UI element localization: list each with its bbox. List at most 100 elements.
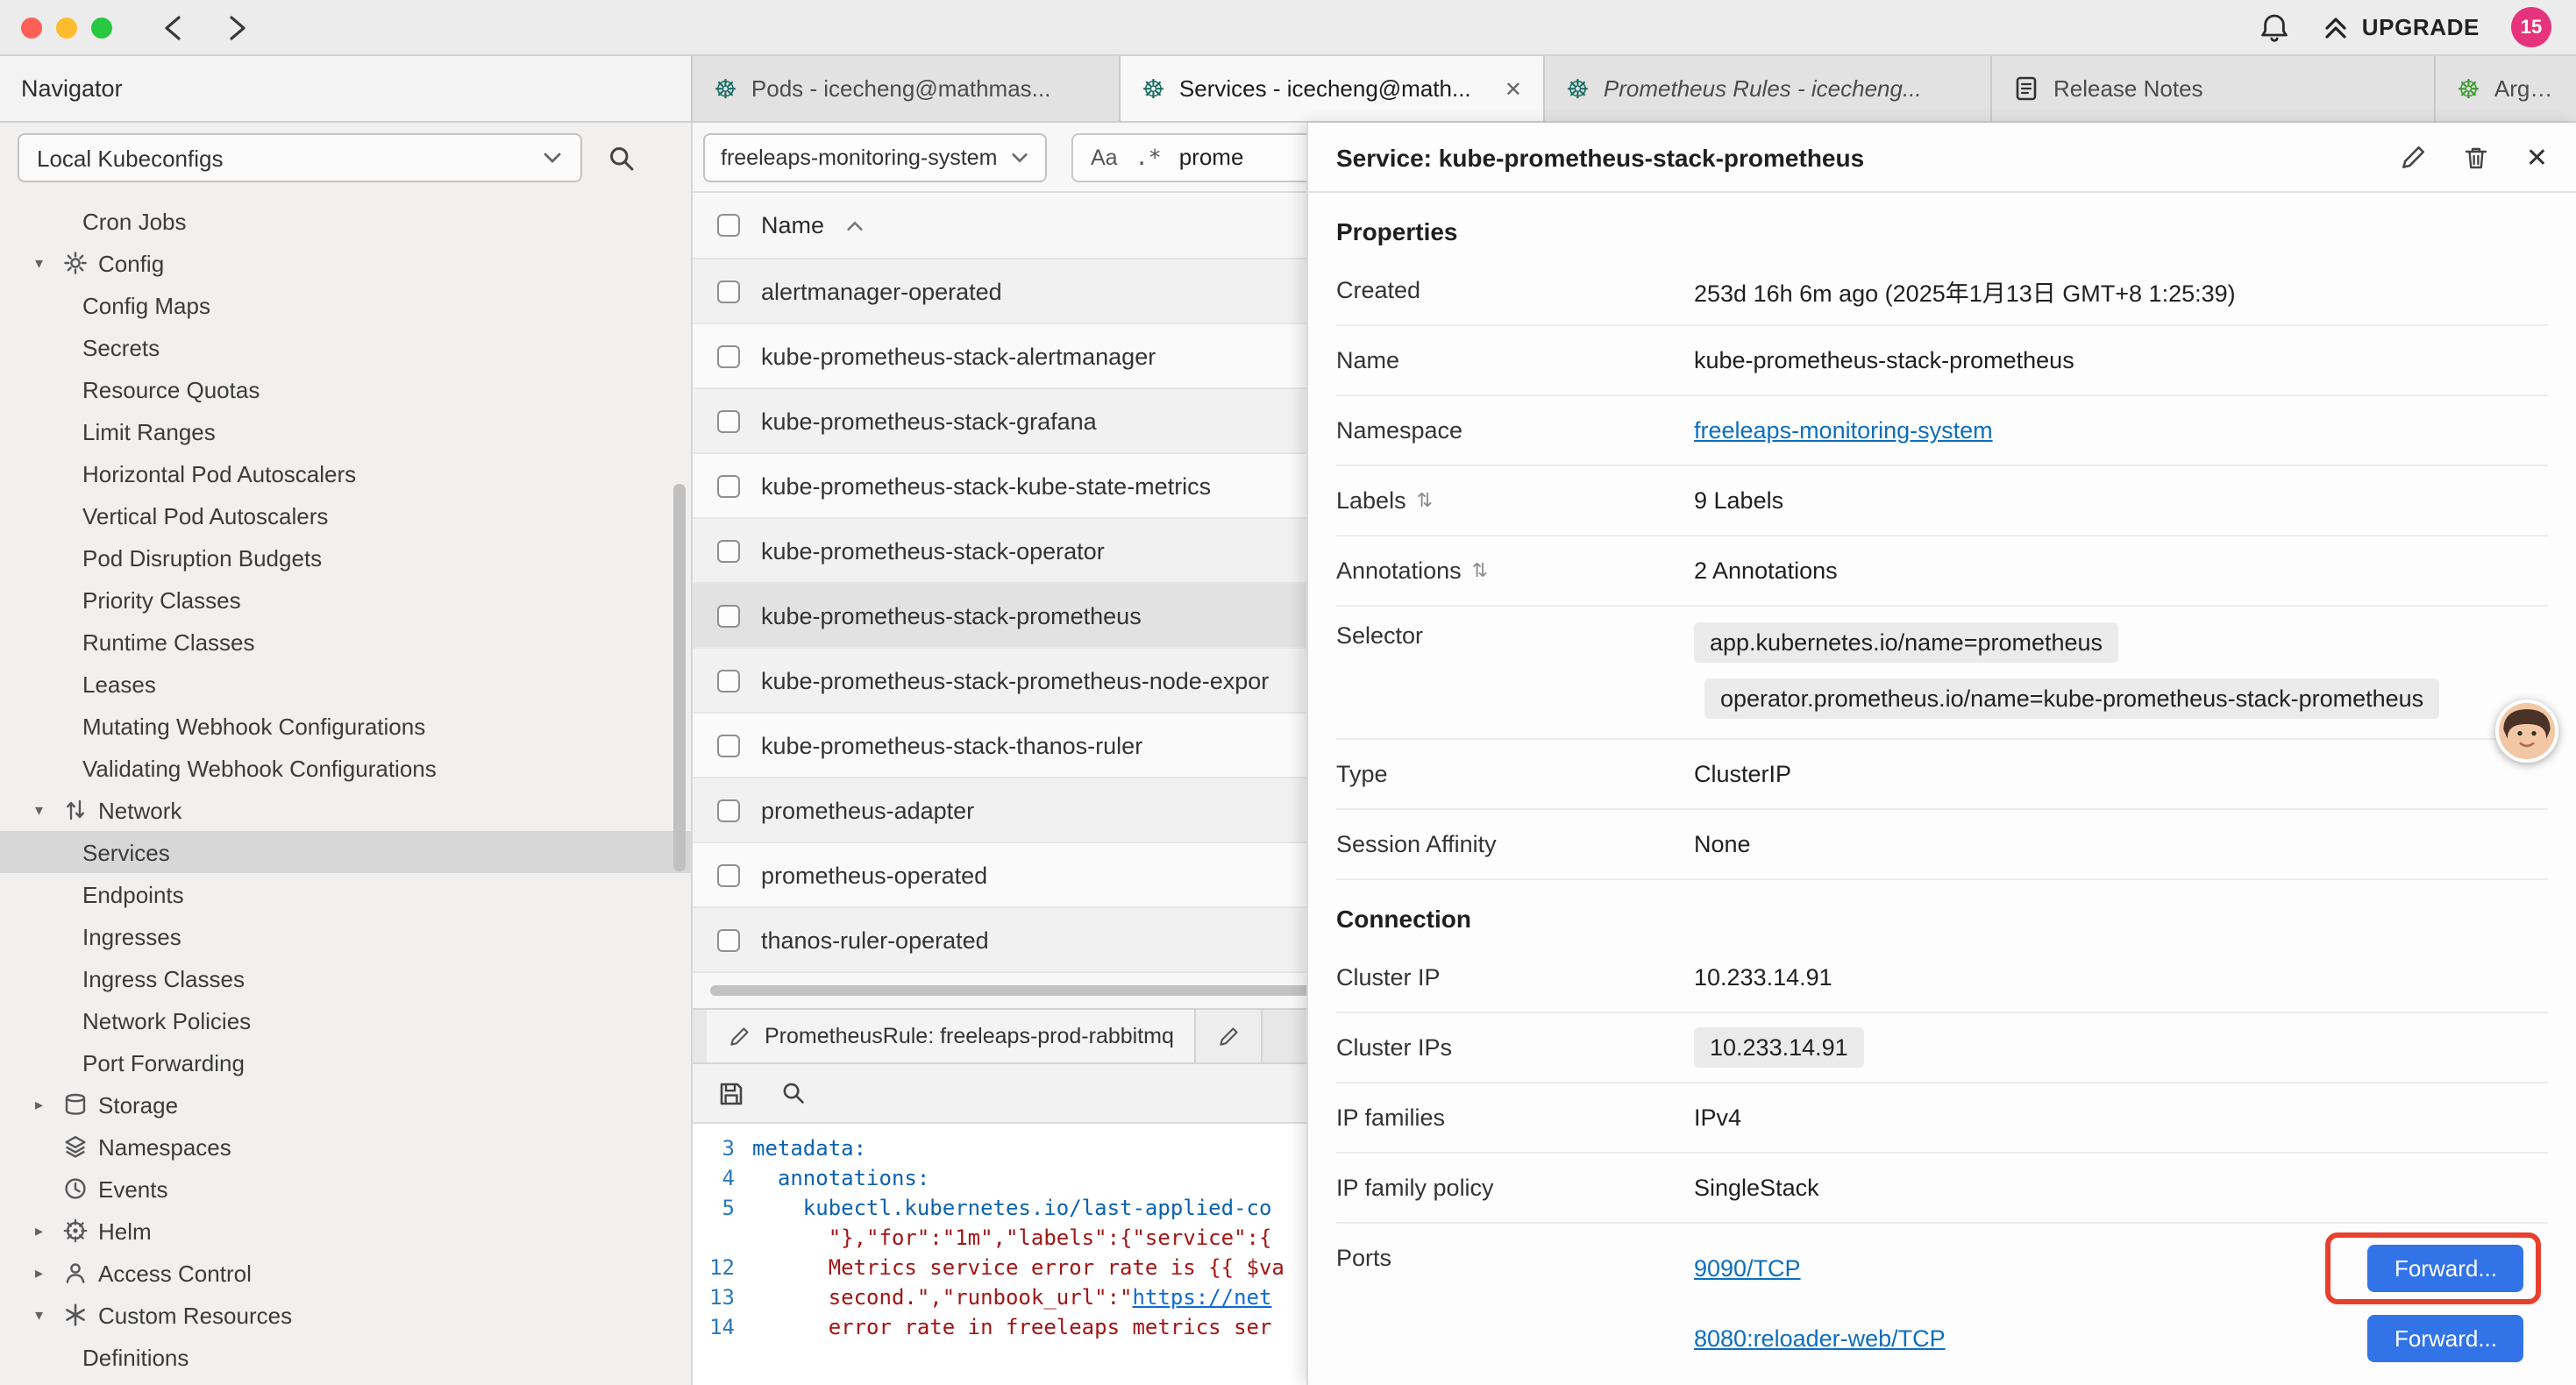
- dock-tab-partial[interactable]: [1197, 1010, 1263, 1062]
- sidebar-item-access-control[interactable]: ▸ Access Control: [0, 1252, 691, 1294]
- row-checkbox[interactable]: [717, 539, 740, 562]
- port-link[interactable]: 8080:reloader-web/TCP: [1694, 1325, 1946, 1352]
- upgrade-label: UPGRADE: [2362, 14, 2480, 40]
- trash-icon[interactable]: [2463, 143, 2491, 171]
- namespace-select[interactable]: freeleaps-monitoring-system: [703, 132, 1047, 181]
- namespace-link[interactable]: freeleaps-monitoring-system: [1694, 417, 1993, 444]
- save-icon[interactable]: [717, 1079, 745, 1107]
- sidebar-item-priority-classes[interactable]: Priority Classes: [0, 579, 691, 621]
- notification-bell-icon[interactable]: [2259, 11, 2290, 43]
- row-checkbox[interactable]: [717, 604, 740, 627]
- sidebar-item-validating-webhook-configurations[interactable]: Validating Webhook Configurations: [0, 747, 691, 789]
- close-tab-icon[interactable]: ✕: [1487, 76, 1522, 101]
- forward-icon[interactable]: [221, 13, 253, 41]
- pencil-icon: [728, 1025, 751, 1048]
- sidebar-item-ingress-classes[interactable]: Ingress Classes: [0, 957, 691, 999]
- tab-prometheus-rules[interactable]: ☸ Prometheus Rules - icecheng...: [1545, 56, 1992, 121]
- code-text: "},"for":"1m","labels":{"service":{: [752, 1224, 1271, 1254]
- row-checkbox[interactable]: [717, 734, 740, 756]
- item-label: Ingress Classes: [82, 965, 245, 991]
- upgrade-button[interactable]: UPGRADE: [2322, 14, 2480, 40]
- dock-tab-prometheusrule[interactable]: PrometheusRule: freeleaps-prod-rabbitmq: [707, 1010, 1197, 1062]
- drawer-title: Service: kube-prometheus-stack-prometheu…: [1336, 143, 1864, 171]
- service-name: prometheus-operated: [761, 862, 987, 888]
- row-checkbox[interactable]: [717, 409, 740, 432]
- row-checkbox[interactable]: [717, 669, 740, 692]
- sidebar-item-definitions[interactable]: Definitions: [0, 1336, 691, 1378]
- expand-collapse-icon[interactable]: ⇅: [1417, 489, 1433, 512]
- sidebar-item-port-forwarding[interactable]: Port Forwarding: [0, 1041, 691, 1083]
- row-checkbox[interactable]: [717, 928, 740, 951]
- sidebar-item-horizontal-pod-autoscalers[interactable]: Horizontal Pod Autoscalers: [0, 452, 691, 494]
- forward-button[interactable]: Forward...: [2368, 1245, 2523, 1292]
- row-checkbox[interactable]: [717, 280, 740, 302]
- port-line: 8080:reloader-web/TCP Forward...: [1694, 1315, 2548, 1362]
- port-link[interactable]: 9090/TCP: [1694, 1255, 1801, 1282]
- sidebar-item-ingresses[interactable]: Ingresses: [0, 915, 691, 957]
- match-case-toggle[interactable]: Aa: [1091, 145, 1118, 169]
- sidebar-item-network[interactable]: ▾ Network: [0, 789, 691, 831]
- name-column-header[interactable]: Name: [761, 212, 824, 238]
- sidebar-item-namespaces[interactable]: Namespaces: [0, 1126, 691, 1168]
- sidebar-item-resource-quotas[interactable]: Resource Quotas: [0, 368, 691, 410]
- expand-collapse-icon[interactable]: ⇅: [1472, 559, 1488, 582]
- sidebar-item-config-maps[interactable]: Config Maps: [0, 284, 691, 326]
- sidebar-scrollbar[interactable]: [673, 484, 686, 871]
- tab-argo[interactable]: ☸ Argo Se: [2436, 56, 2576, 121]
- property-value: kube-prometheus-stack-prometheus: [1694, 347, 2074, 373]
- user-avatar[interactable]: [2495, 700, 2558, 763]
- row-checkbox[interactable]: [717, 474, 740, 497]
- kubernetes-icon: ☸: [714, 73, 737, 104]
- row-checkbox[interactable]: [717, 799, 740, 821]
- kubeconfig-select[interactable]: Local Kubeconfigs: [18, 133, 582, 182]
- sidebar-item-pod-disruption-budgets[interactable]: Pod Disruption Budgets: [0, 536, 691, 579]
- property-value[interactable]: 9 Labels: [1694, 487, 1783, 514]
- sidebar-item-config[interactable]: ▾ Config: [0, 242, 691, 284]
- port-line: 9090/TCP Forward...: [1694, 1245, 2548, 1292]
- chevron-down-icon: ▾: [35, 1305, 63, 1325]
- sidebar-item-leases[interactable]: Leases: [0, 663, 691, 705]
- tab-release-notes[interactable]: Release Notes: [1992, 56, 2436, 121]
- sidebar-item-endpoints[interactable]: Endpoints: [0, 873, 691, 915]
- helm-wheel-icon: [63, 1218, 98, 1243]
- close-window-button[interactable]: [21, 17, 42, 38]
- notification-count-badge[interactable]: 15: [2511, 7, 2551, 47]
- item-label: Namespaces: [98, 1133, 231, 1160]
- row-checkbox[interactable]: [717, 344, 740, 367]
- tab-services[interactable]: ☸ Services - icecheng@math... ✕: [1121, 56, 1545, 121]
- tab-pods[interactable]: ☸ Pods - icecheng@mathmas...: [693, 56, 1121, 121]
- dock-tab-title: PrometheusRule: freeleaps-prod-rabbitmq: [765, 1024, 1174, 1048]
- line-number: 14: [693, 1313, 752, 1343]
- sidebar-item-custom-resources[interactable]: ▾ Custom Resources: [0, 1294, 691, 1336]
- document-icon: [2013, 75, 2039, 102]
- close-icon[interactable]: ✕: [2526, 141, 2548, 173]
- row-checkbox[interactable]: [717, 863, 740, 886]
- clock-icon: [63, 1176, 98, 1201]
- sidebar-item-vertical-pod-autoscalers[interactable]: Vertical Pod Autoscalers: [0, 494, 691, 536]
- sidebar-item-network-policies[interactable]: Network Policies: [0, 999, 691, 1041]
- sidebar-item-events[interactable]: Events: [0, 1168, 691, 1210]
- back-icon[interactable]: [158, 13, 189, 41]
- sidebar-item-cron-jobs[interactable]: Cron Jobs: [0, 200, 691, 242]
- sidebar-item-helm[interactable]: ▸ Helm: [0, 1210, 691, 1252]
- item-label: Secrets: [82, 334, 160, 360]
- item-label: Storage: [98, 1091, 178, 1118]
- sidebar-item-storage[interactable]: ▸ Storage: [0, 1083, 691, 1126]
- search-icon[interactable]: [780, 1080, 807, 1106]
- sidebar-item-runtime-classes[interactable]: Runtime Classes: [0, 621, 691, 663]
- search-icon[interactable]: [607, 143, 637, 173]
- property-value[interactable]: 2 Annotations: [1694, 558, 1838, 584]
- forward-button[interactable]: Forward...: [2368, 1315, 2523, 1362]
- sidebar-item-limit-ranges[interactable]: Limit Ranges: [0, 410, 691, 452]
- select-all-checkbox[interactable]: [717, 214, 740, 237]
- minimize-window-button[interactable]: [56, 17, 77, 38]
- regex-toggle[interactable]: .*: [1135, 144, 1162, 170]
- sidebar-item-services[interactable]: Services: [0, 831, 691, 873]
- sidebar-item-mutating-webhook-configurations[interactable]: Mutating Webhook Configurations: [0, 705, 691, 747]
- sort-ascending-icon: [845, 218, 865, 232]
- service-name: kube-prometheus-stack-grafana: [761, 408, 1097, 434]
- sidebar-item-secrets[interactable]: Secrets: [0, 326, 691, 368]
- edit-icon[interactable]: [2400, 143, 2428, 171]
- maximize-window-button[interactable]: [91, 17, 112, 38]
- item-label: Port Forwarding: [82, 1049, 245, 1076]
